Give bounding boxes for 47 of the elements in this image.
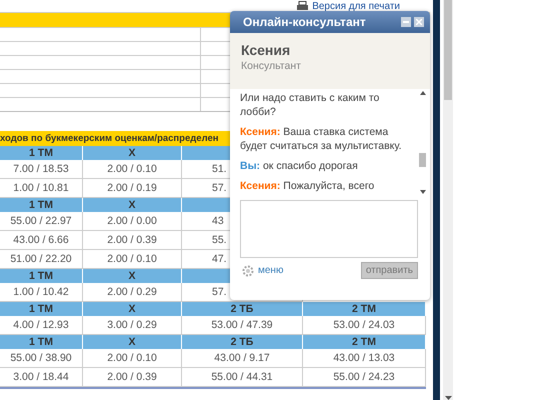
table-cell: 2.00 / 0.39 (83, 231, 182, 250)
operator-name: Ксения (241, 42, 292, 58)
close-button[interactable] (414, 17, 424, 27)
down-arrow-icon[interactable] (444, 396, 452, 400)
column-header: 1 ТМ (0, 146, 83, 160)
table-cell: 55.00 / 38.90 (0, 349, 83, 368)
table-cell: 43.00 / 13.03 (303, 349, 426, 368)
scroll-thumb[interactable] (444, 0, 452, 100)
close-icon (416, 19, 422, 25)
settings-icon[interactable] (242, 264, 254, 276)
minimize-icon (403, 21, 409, 23)
column-header: 1 ТМ (0, 269, 83, 283)
up-arrow-icon[interactable] (420, 91, 426, 95)
column-header: 2 ТМ (303, 335, 426, 349)
table-cell: 2.00 / 0.39 (83, 368, 182, 387)
chat-title: Онлайн-консультант (243, 15, 367, 29)
column-header: X (83, 302, 182, 316)
table-cell: 3.00 / 18.44 (0, 368, 83, 387)
table-cell: 43.00 / 6.66 (0, 231, 83, 250)
print-link[interactable]: Версия для печати (312, 0, 400, 12)
table-cell: 2.00 / 0.00 (83, 212, 182, 231)
table-cell: 7.00 / 18.53 (0, 160, 83, 179)
table-cell: 55.00 / 24.23 (303, 368, 426, 387)
scroll-thumb[interactable] (419, 153, 426, 167)
table-cell: 55.00 / 22.97 (0, 212, 83, 231)
column-header: X (83, 335, 182, 349)
column-header: 1 ТМ (0, 198, 83, 212)
scrollbar[interactable] (443, 0, 453, 400)
column-header: 1 ТМ (0, 335, 83, 349)
message-field[interactable] (240, 200, 418, 258)
column-header: 1 ТМ (0, 302, 83, 316)
table-cell: 43.00 / 9.17 (182, 349, 303, 368)
column-header: X (83, 269, 182, 283)
minimize-button[interactable] (401, 17, 411, 27)
column-header: 2 ТБ (182, 335, 303, 349)
column-header: X (83, 146, 182, 160)
chat-message: Или надо ставить с каким то лобби? (240, 91, 380, 119)
message-scrollbar[interactable] (419, 89, 426, 196)
down-arrow-icon[interactable] (420, 190, 426, 194)
operator-role: Консультант (241, 60, 302, 72)
column-header: X (83, 198, 182, 212)
table-cell: 2.00 / 0.10 (83, 160, 182, 179)
column-header: 2 ТБ (182, 302, 303, 316)
printer-icon (297, 1, 308, 11)
column-header: 2 ТМ (303, 302, 426, 316)
table-cell: 55.00 / 44.31 (182, 368, 303, 387)
table-cell: 2.00 / 0.10 (83, 349, 182, 368)
